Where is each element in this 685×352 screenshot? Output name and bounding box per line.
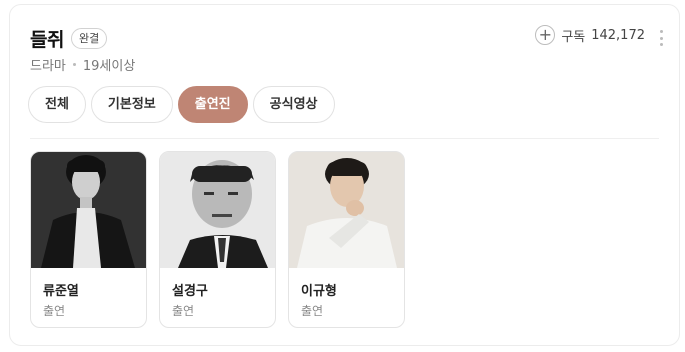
cast-card[interactable]: 이규형 출연	[288, 151, 405, 328]
divider	[30, 138, 659, 139]
tab-cast[interactable]: 출연진	[177, 86, 248, 123]
plus-icon[interactable]: +	[535, 25, 556, 45]
cast-name: 설경구	[172, 284, 208, 299]
subscribe-count: 142,172	[591, 27, 645, 43]
tab-official-video[interactable]: 공식영상	[252, 86, 335, 123]
cast-role: 출연	[301, 304, 324, 318]
rating-text: 19세이상	[82, 59, 136, 74]
tab-list: 전체 기본정보 출연진 공식영상	[28, 86, 340, 123]
title-row: 들쥐 완결	[30, 25, 108, 52]
genre-text: 드라마	[30, 59, 66, 74]
cast-name: 류준열	[43, 284, 79, 299]
tab-all[interactable]: 전체	[28, 86, 86, 123]
cast-name: 이규형	[301, 284, 337, 299]
cast-card[interactable]: 류준열 출연	[30, 151, 147, 328]
tab-basic-info[interactable]: 기본정보	[90, 86, 173, 123]
drama-info-card: 들쥐 완결 드라마 19세이상 + 구독 142,172 전체 기본정보 출연진…	[9, 4, 680, 346]
subscribe-label: 구독	[561, 29, 586, 45]
cast-role: 출연	[172, 304, 195, 318]
meta-info: 드라마 19세이상	[30, 55, 135, 74]
cast-photo[interactable]	[289, 152, 404, 268]
cast-photo[interactable]	[160, 152, 275, 268]
page-title[interactable]: 들쥐	[30, 25, 64, 52]
subscribe-button[interactable]: + 구독 142,172	[535, 25, 645, 45]
cast-role: 출연	[43, 304, 66, 318]
cast-photo[interactable]	[31, 152, 146, 268]
more-options-icon[interactable]	[659, 30, 663, 46]
separator-dot	[72, 63, 76, 66]
cast-list: 류준열 출연 설경구 출연 이규형 출연	[30, 151, 417, 328]
cast-card[interactable]: 설경구 출연	[159, 151, 276, 328]
status-badge: 완결	[70, 28, 108, 49]
